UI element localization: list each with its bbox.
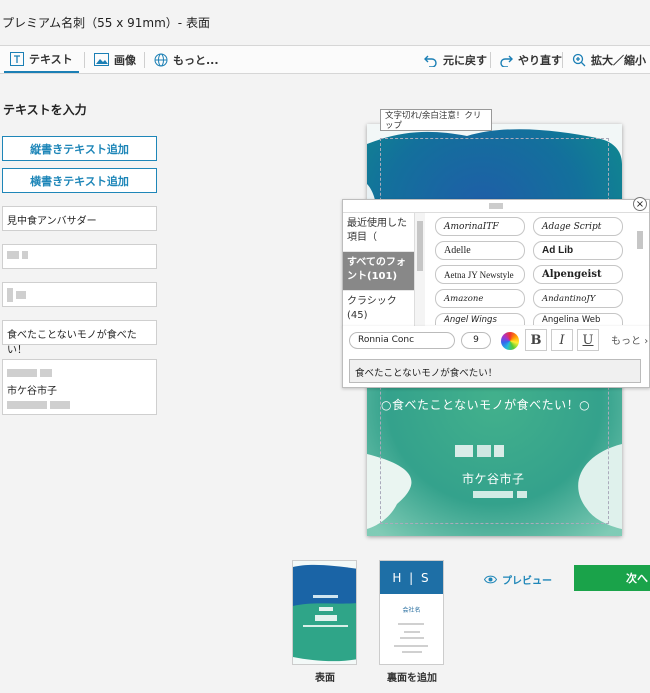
font-option[interactable]: AndantinoJY bbox=[533, 289, 623, 308]
window-title: プレミアム名刺（55 x 91mm）- 表面 bbox=[2, 16, 210, 30]
undo-button[interactable]: 元に戻す bbox=[424, 46, 487, 73]
font-family-select[interactable]: Ronnia Conc bbox=[349, 332, 455, 349]
front-thumbnail-art bbox=[293, 561, 356, 664]
underline-button[interactable]: U bbox=[577, 329, 599, 351]
redo-button[interactable]: やり直す bbox=[499, 46, 562, 73]
text-field-3[interactable] bbox=[2, 282, 157, 307]
front-caption: 表面 bbox=[315, 673, 335, 684]
font-category-list: 最近使用した項目（ すべてのフォント(101) クラシック(45) bbox=[343, 213, 415, 330]
back-header: H | S bbox=[380, 561, 443, 594]
front-side-thumbnail[interactable] bbox=[292, 560, 357, 665]
color-wheel-icon[interactable] bbox=[501, 332, 519, 350]
tab-image[interactable]: 画像 bbox=[94, 46, 136, 73]
font-option[interactable]: Adage Script bbox=[533, 217, 623, 236]
globe-icon bbox=[154, 53, 168, 66]
add-back-side-thumbnail[interactable]: H | S 会社名 bbox=[379, 560, 444, 665]
margin-warning-tooltip: 文字切れ/余白注意！クリップ bbox=[380, 109, 492, 131]
card-blurred-title bbox=[455, 444, 504, 457]
text-field-4[interactable]: 食べたことないモノが食べたい！ bbox=[2, 320, 157, 356]
text-edit-toolbar: Ronnia Conc 9 B I U もっと › 食べたことないモノが食べたい… bbox=[342, 326, 650, 388]
add-vertical-text-button[interactable]: 縦書きテキスト追加 bbox=[2, 136, 157, 161]
font-option[interactable]: Alpengeist bbox=[533, 265, 623, 284]
card-tagline[interactable]: ○食べたことないモノが食べたい！○ bbox=[381, 396, 590, 413]
text-edit-field[interactable]: 食べたことないモノが食べたい！ bbox=[349, 359, 641, 383]
font-option[interactable]: Adelle bbox=[435, 241, 525, 260]
category-classic[interactable]: クラシック(45) bbox=[343, 291, 414, 330]
preview-button[interactable]: プレビュー bbox=[484, 572, 552, 587]
add-horizontal-text-button[interactable]: 横書きテキスト追加 bbox=[2, 168, 157, 193]
redo-icon bbox=[500, 55, 513, 67]
text-field-5[interactable]: 市ケ谷市子 bbox=[2, 359, 157, 415]
toolbar: テキスト 画像 もっと... 元に戻す やり直す 拡大／縮小 bbox=[0, 45, 650, 74]
font-picker-panel: × 最近使用した項目（ すべてのフォント(101) クラシック(45) Amor… bbox=[342, 197, 650, 330]
text-field-1[interactable]: 見中食アンバサダー bbox=[2, 206, 157, 231]
card-name[interactable]: 市ケ谷市子 bbox=[462, 470, 525, 487]
font-option[interactable]: Angel Wings bbox=[435, 313, 525, 325]
card-blurred-subtitle bbox=[473, 487, 527, 500]
chevron-right-icon: › bbox=[644, 336, 649, 347]
tab-text[interactable]: テキスト bbox=[4, 46, 79, 73]
drag-handle[interactable] bbox=[343, 200, 649, 213]
font-size-select[interactable]: 9 bbox=[461, 332, 491, 349]
add-back-caption: 裏面を追加 bbox=[387, 673, 437, 684]
undo-icon bbox=[424, 55, 437, 67]
font-option[interactable]: Aetna JY Newstyle bbox=[435, 265, 525, 284]
bold-button[interactable]: B bbox=[525, 329, 547, 351]
font-option[interactable]: AmorinaITF bbox=[435, 217, 525, 236]
category-scrollbar[interactable] bbox=[415, 213, 425, 327]
grip-icon bbox=[489, 203, 503, 209]
category-all[interactable]: すべてのフォント(101) bbox=[343, 252, 414, 291]
text-icon bbox=[10, 51, 24, 66]
panel-heading: テキストを入力 bbox=[3, 103, 87, 117]
font-option[interactable]: Amazone bbox=[435, 289, 525, 308]
text-field-2[interactable] bbox=[2, 244, 157, 269]
image-icon bbox=[94, 53, 109, 66]
italic-button[interactable]: I bbox=[551, 329, 573, 351]
font-option[interactable]: Angelina Web bbox=[533, 313, 623, 325]
close-icon[interactable]: × bbox=[633, 197, 647, 211]
next-button[interactable]: 次へ bbox=[574, 565, 650, 591]
eye-icon bbox=[484, 575, 497, 584]
category-recent[interactable]: 最近使用した項目（ bbox=[343, 213, 414, 252]
tab-more[interactable]: もっと... bbox=[154, 46, 219, 73]
back-company: 会社名 bbox=[402, 607, 421, 614]
font-option[interactable]: Ad Lib bbox=[533, 241, 623, 260]
zoom-icon bbox=[572, 53, 586, 66]
font-list-scrollbar[interactable] bbox=[635, 213, 645, 327]
zoom-button[interactable]: 拡大／縮小 bbox=[572, 46, 646, 73]
more-options-button[interactable]: もっと › bbox=[611, 332, 648, 347]
